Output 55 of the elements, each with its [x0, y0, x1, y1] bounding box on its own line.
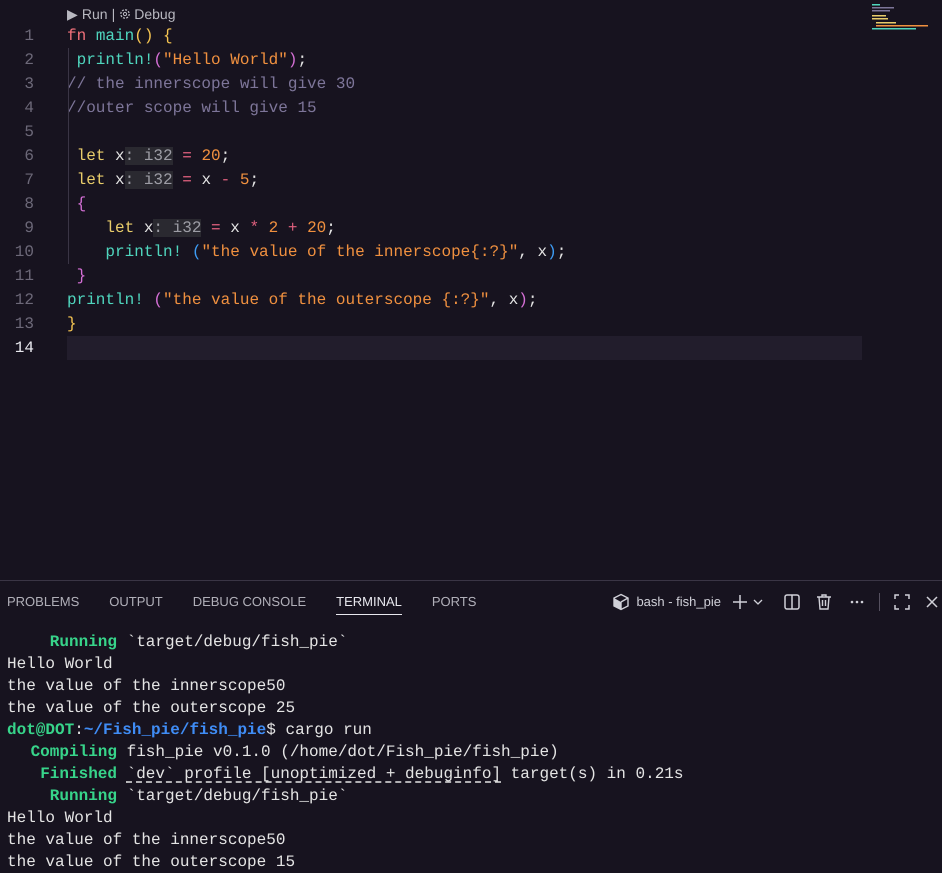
line-number: 1 [23, 26, 34, 47]
gear-icon [119, 8, 132, 20]
panel-tab[interactable]: TERMINAL [336, 589, 402, 615]
run-link[interactable]: ▶ Run [67, 4, 108, 24]
code-line: println! ("the value of the outerscope {:?}", x); [67, 290, 538, 311]
terminal-line: the value of the innerscope50 [7, 830, 286, 851]
line-number: 9 [23, 218, 34, 239]
terminal-line: Compiling fish_pie v0.1.0 (/home/dot/Fish_pie/fish_pie) [30, 742, 559, 763]
line-number: 7 [23, 170, 34, 191]
plus-icon[interactable] [731, 593, 749, 611]
code-line: let x: i32 = x - 5; [76, 170, 260, 191]
code-line: println! ("the value of the innerscope{:?}", x); [104, 242, 566, 263]
code-line: let x: i32 = x * 2 + 20; [104, 218, 336, 239]
line-number: 10 [14, 242, 34, 263]
code-line: // the innerscope will give 30 [67, 74, 356, 95]
maximize-icon[interactable] [894, 594, 910, 610]
terminal-name[interactable]: bash - fish_pie [636, 592, 721, 612]
chevron-down-icon[interactable] [753, 597, 763, 607]
code-line: } [76, 266, 86, 287]
line-number: 11 [14, 266, 34, 287]
code-line: //outer scope will give 15 [67, 98, 317, 119]
codelens-separator: | [112, 4, 116, 24]
terminal-line: the value of the outerscope 15 [7, 852, 296, 873]
line-number: 13 [14, 314, 34, 335]
line-number: 3 [23, 74, 34, 95]
debug-link[interactable]: Debug [119, 4, 176, 24]
panel-tab[interactable]: DEBUG CONSOLE [192, 589, 306, 615]
line-number: 12 [14, 290, 34, 311]
terminal-cube-icon [612, 593, 630, 611]
line-number: 8 [23, 194, 34, 215]
terminal-line: the value of the outerscope 25 [7, 698, 296, 719]
minimap-drawing [870, 3, 930, 31]
line-number: 2 [23, 50, 34, 71]
panel-tab[interactable]: OUTPUT [109, 589, 163, 615]
line-number: 4 [23, 98, 34, 119]
terminal-line: Running `target/debug/fish_pie` [48, 786, 348, 807]
close-icon[interactable] [926, 596, 938, 608]
line-number: 5 [23, 122, 34, 143]
terminal-line: Hello World [7, 654, 113, 675]
split-icon[interactable] [783, 593, 801, 611]
code-line: let x: i32 = 20; [76, 146, 230, 167]
code-line: { [76, 194, 86, 215]
panel-tab[interactable]: PROBLEMS [7, 589, 80, 615]
code-line: fn main() { [67, 26, 173, 47]
terminal-line: Running `target/debug/fish_pie` [48, 632, 348, 653]
terminal-line: Hello World [7, 808, 113, 829]
terminal-line: Finished `dev` profile [unoptimized + debuginfo] target(s) in 0.21s [39, 764, 684, 785]
code-line: } [67, 314, 77, 335]
code-line: println!("Hello World"); [76, 50, 308, 71]
line-number: 6 [23, 146, 34, 167]
terminal-line: the value of the innerscope50 [7, 676, 286, 697]
terminal-line: dot@DOT:~/Fish_pie/fish_pie$ cargo run [7, 720, 372, 741]
trash-icon[interactable] [815, 593, 833, 611]
line-number: 14 [14, 338, 34, 359]
panel-tab[interactable]: PORTS [432, 589, 476, 615]
